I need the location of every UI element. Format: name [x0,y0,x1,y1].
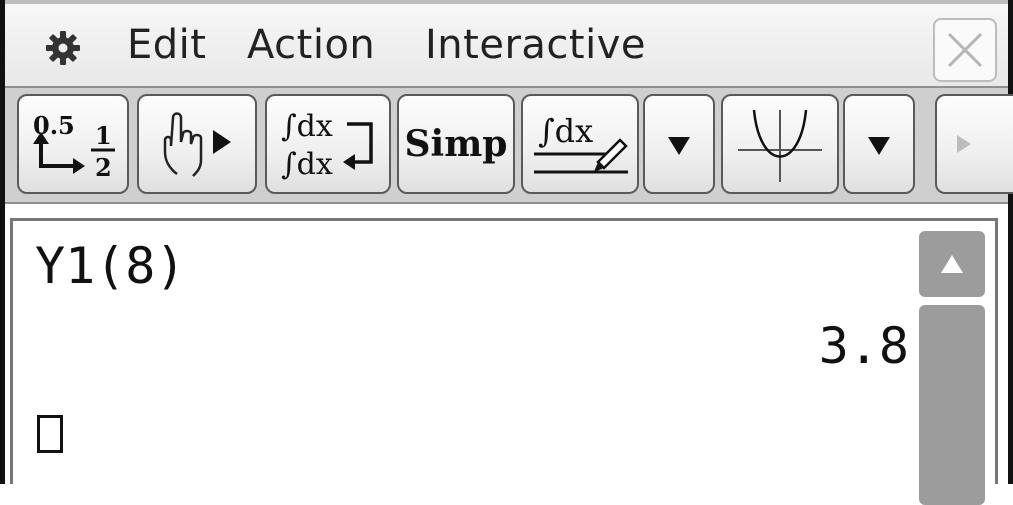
input-expression[interactable]: Y1(8) [35,237,186,295]
toolbar-scroll-right-button[interactable] [935,94,1013,194]
up-arrow-icon [941,255,963,273]
dropdown-arrow-icon [668,137,690,155]
toolbar: 0.5 1 2 ∫dx ∫dx Simp ∫dx [5,86,1013,204]
dropdown-button-1[interactable] [643,94,715,194]
play-arrow-icon [957,135,971,153]
svg-text:∫dx: ∫dx [281,109,333,144]
output-result: 3.8 [818,317,909,375]
menu-bar: Edit Action Interactive [5,0,1008,86]
scroll-up-button[interactable] [919,231,985,297]
integral-exact-approx-icon: ∫dx ∫dx [281,109,373,182]
close-button[interactable] [933,18,997,82]
decimal-fraction-toggle-icon: 0.5 1 2 [33,111,115,182]
hand-pointer-button[interactable] [137,94,257,194]
svg-text:∫dx: ∫dx [281,147,333,182]
gear-icon[interactable] [45,30,81,66]
close-icon [947,32,983,68]
menu-edit[interactable]: Edit [127,22,206,68]
simplify-button[interactable]: Simp [397,94,515,194]
scrollbar-track[interactable] [919,305,985,505]
integral-pen-button[interactable]: ∫dx [521,94,639,194]
svg-text:1: 1 [95,121,112,150]
dropdown-button-2[interactable] [843,94,915,194]
svg-text:∫dx: ∫dx [538,112,593,150]
svg-text:2: 2 [95,153,112,182]
simplify-label: Simp [404,123,508,165]
dropdown-arrow-icon [868,137,890,155]
menu-action[interactable]: Action [247,22,375,68]
input-cursor[interactable] [37,415,63,453]
menu-interactive[interactable]: Interactive [425,22,646,68]
graph-parabola-icon [738,109,822,182]
integral-evaluate-button[interactable]: ∫dx ∫dx [265,94,391,194]
graph-button[interactable] [721,94,839,194]
integral-pen-icon: ∫dx [534,112,628,174]
decimal-fraction-button[interactable]: 0.5 1 2 [17,94,129,194]
main-workspace[interactable]: Y1(8) 3.8 [10,218,998,505]
hand-pointer-play-icon [163,112,231,177]
